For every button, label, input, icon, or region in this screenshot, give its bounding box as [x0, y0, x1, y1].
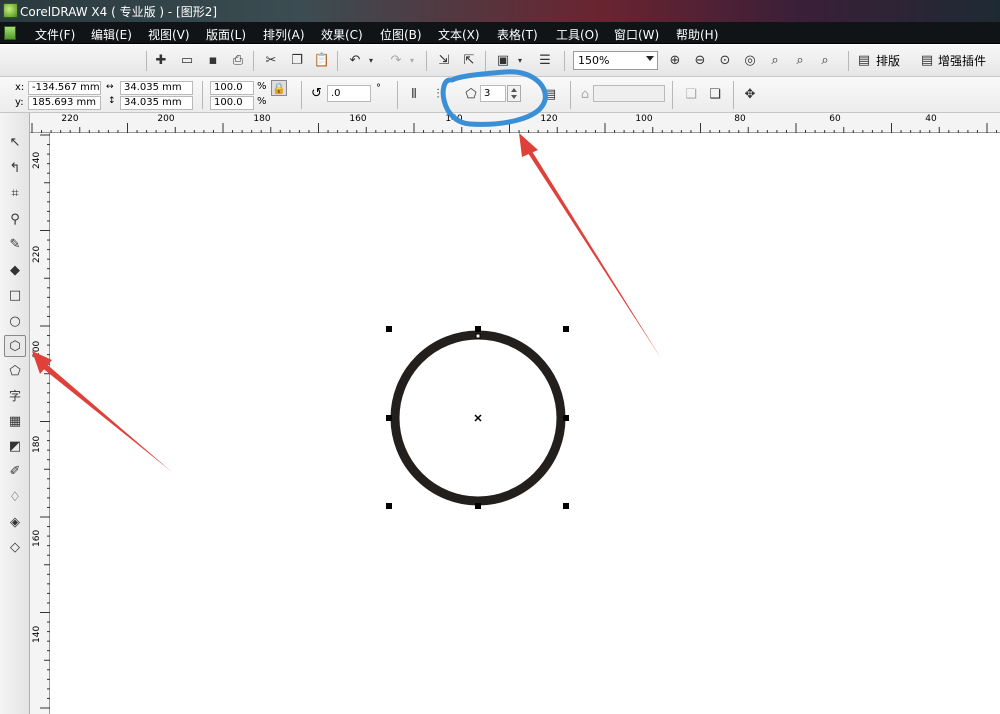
center-x-marker — [474, 414, 482, 422]
selection-handle[interactable] — [386, 415, 392, 421]
arrow-annotation-shaft — [41, 362, 172, 472]
selection-handle[interactable] — [563, 503, 569, 509]
selection-handle[interactable] — [475, 326, 481, 332]
arrow-annotation-head — [519, 133, 538, 157]
selection-handle[interactable] — [475, 503, 481, 509]
selection-handle[interactable] — [386, 326, 392, 332]
arrow-annotation-shaft — [526, 148, 662, 360]
selection-handle[interactable] — [386, 503, 392, 509]
selection-handle[interactable] — [563, 326, 569, 332]
highlight-circle-annotation — [440, 69, 548, 127]
node-handle[interactable] — [475, 333, 481, 339]
canvas-overlay — [32, 69, 662, 509]
selection-handle[interactable] — [563, 415, 569, 421]
